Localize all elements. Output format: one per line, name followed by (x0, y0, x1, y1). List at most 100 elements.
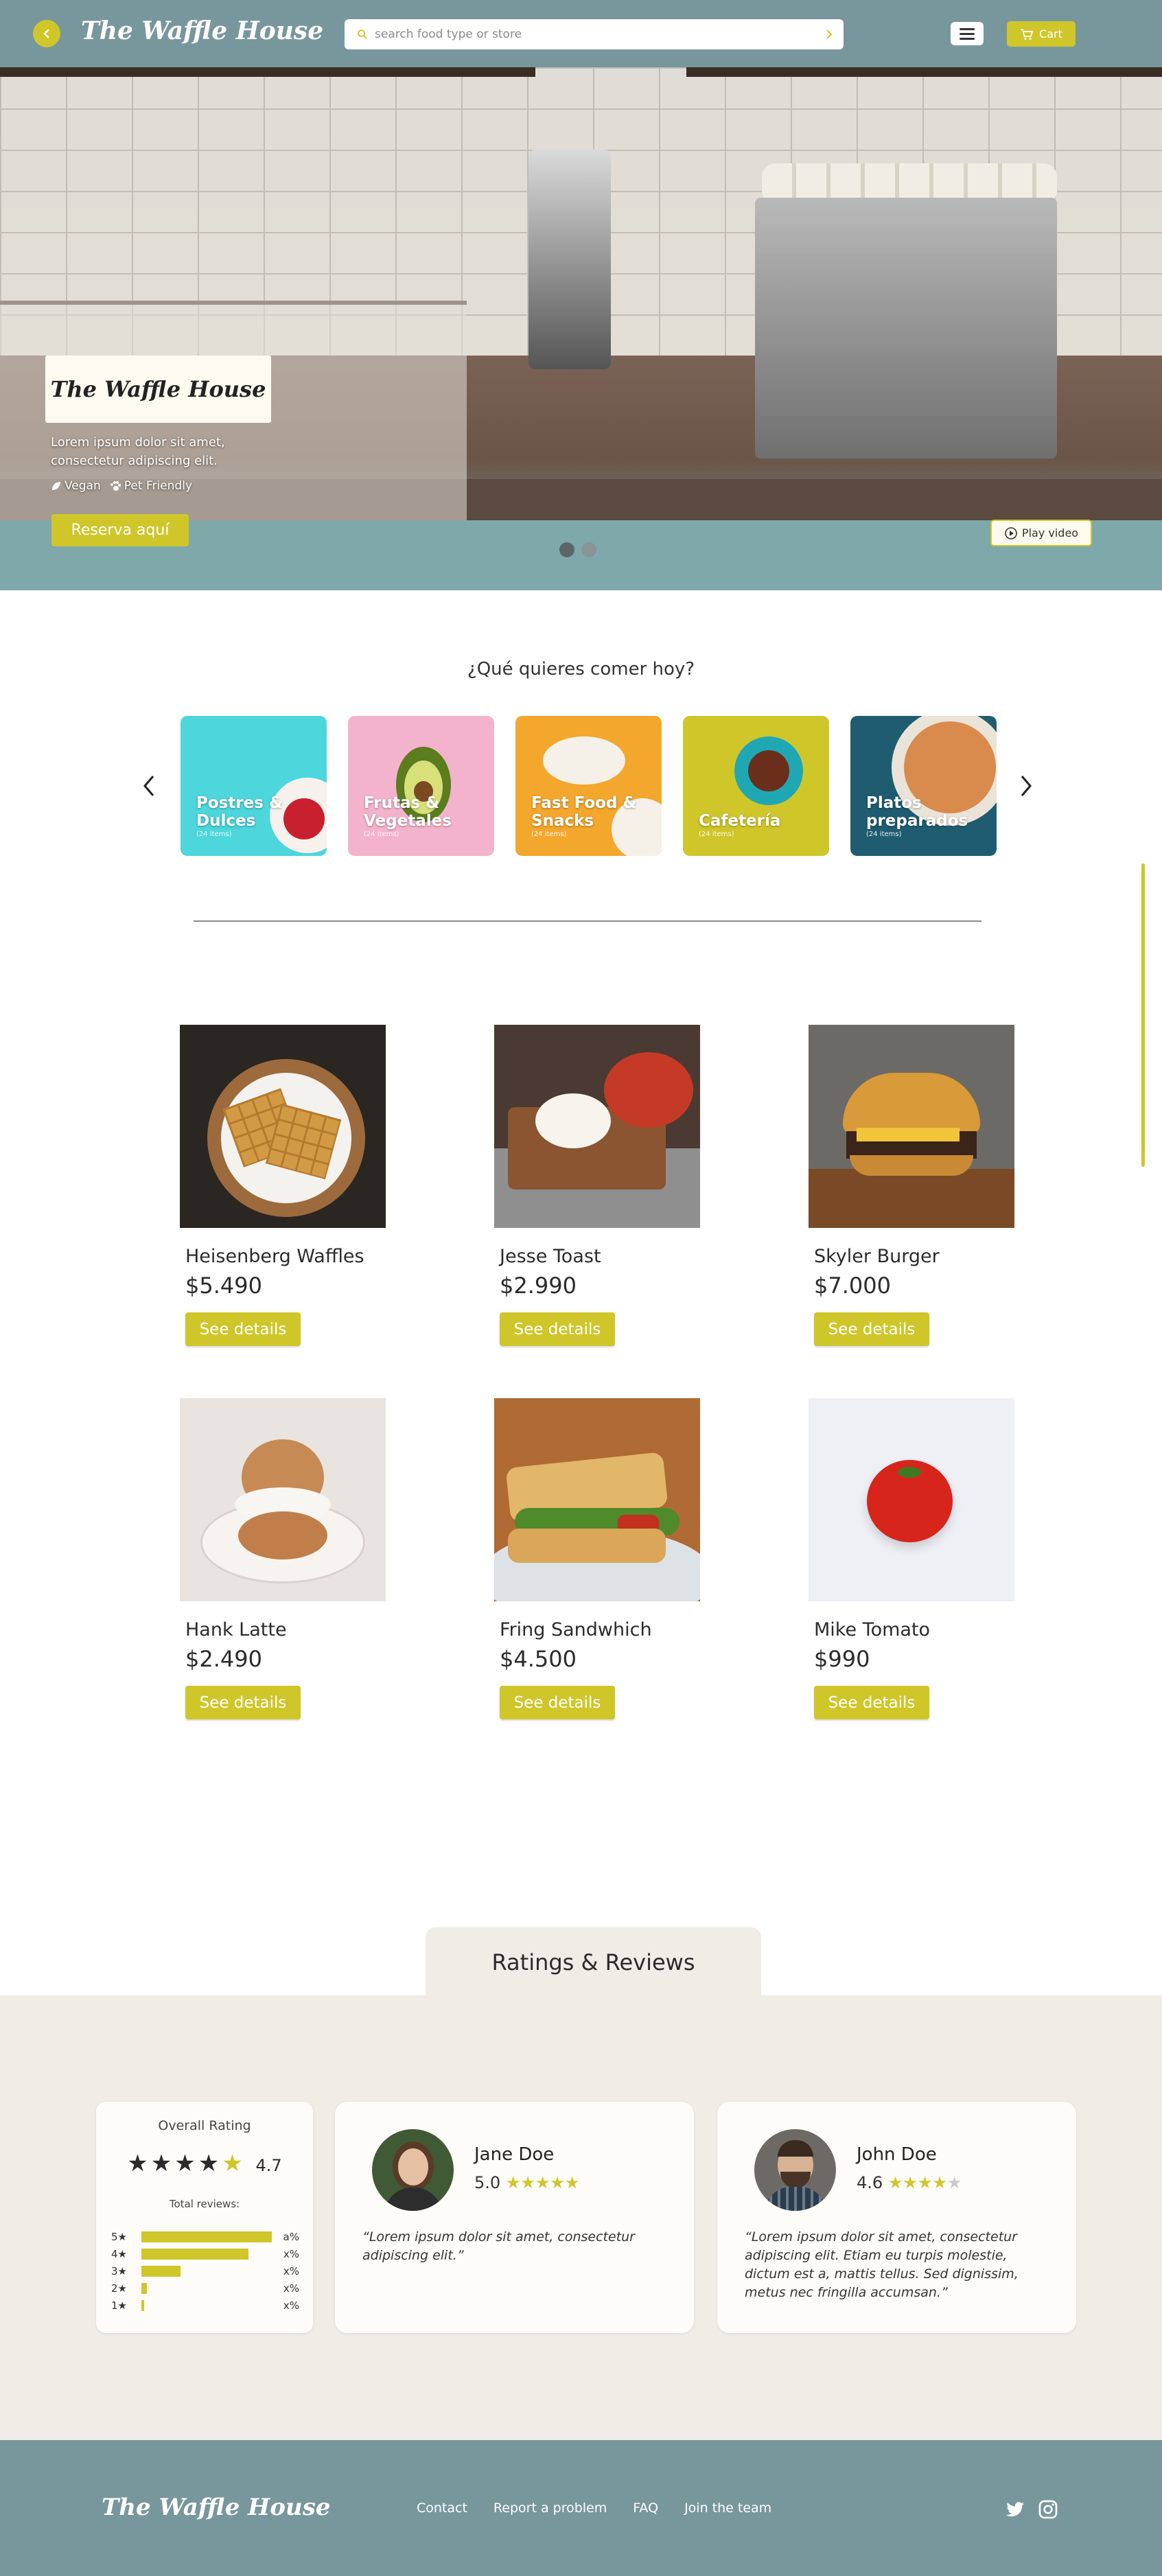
rating-row: 3★ x% (111, 2262, 303, 2279)
twitter-icon[interactable] (1004, 2498, 1026, 2520)
overall-rating-title: Overall Rating (158, 2118, 251, 2133)
header-logo[interactable]: The Waffle House (81, 16, 323, 45)
footer: The Waffle House Contact Report a proble… (0, 2440, 1162, 2576)
rating-row-label: 1★ (111, 2299, 127, 2312)
tag-vegan: Vegan (51, 479, 101, 493)
product-image[interactable] (494, 1398, 700, 1601)
search-submit-icon[interactable] (824, 28, 834, 40)
avatar (754, 2129, 836, 2211)
footer-link-report[interactable]: Report a problem (493, 2500, 607, 2516)
back-button[interactable] (33, 20, 60, 47)
category-card-frutas[interactable]: Frutas & Vegetales (24 items) (348, 716, 494, 856)
product-name[interactable]: Jesse Toast (500, 1246, 700, 1267)
review-card: John Doe 4.6 ★★★★★ “Lorem ipsum dolor si… (717, 2102, 1076, 2333)
overall-rating-stars: ★★★★★ 4.7 (127, 2150, 282, 2177)
see-details-button[interactable]: See details (185, 1686, 301, 1719)
category-count: (24 items) (364, 831, 399, 838)
product-name[interactable]: Heisenberg Waffles (185, 1246, 386, 1267)
page: The Waffle House Cart The Waffle House L… (0, 0, 1162, 2576)
rating-bar (141, 2248, 248, 2260)
rating-row-pct: x% (283, 2247, 299, 2260)
footer-link-contact[interactable]: Contact (417, 2500, 467, 2516)
tag-pet-friendly: Pet Friendly (109, 479, 192, 493)
product-image[interactable] (809, 1025, 1014, 1228)
total-reviews-label: Total reviews: (169, 2198, 240, 2210)
product-price: $990 (814, 1646, 870, 1672)
product-image[interactable] (494, 1025, 700, 1228)
footer-logo[interactable]: The Waffle House (102, 2494, 330, 2521)
rating-row: 5★ a% (111, 2228, 303, 2245)
see-details-button[interactable]: See details (814, 1312, 929, 1346)
cart-label: Cart (1039, 27, 1062, 40)
product-name[interactable]: Hank Latte (185, 1619, 386, 1640)
carousel-dot-2[interactable] (581, 542, 596, 557)
paw-icon (110, 481, 121, 491)
see-details-button[interactable]: See details (500, 1686, 615, 1719)
see-details-button[interactable]: See details (814, 1686, 929, 1719)
rating-row-pct: a% (283, 2230, 299, 2243)
reviews-section-title: Ratings & Reviews (426, 1927, 761, 1997)
product-price: $2.990 (500, 1273, 577, 1299)
play-circle-icon (1005, 526, 1017, 539)
chevron-right-icon (1021, 776, 1032, 796)
rating-row-label: 5★ (111, 2230, 127, 2243)
category-name: Frutas & Vegetales (364, 794, 452, 830)
reserve-button[interactable]: Reserva aquí (51, 514, 189, 546)
see-details-button[interactable]: See details (185, 1312, 301, 1346)
instagram-icon[interactable] (1037, 2498, 1059, 2520)
avatar (372, 2129, 454, 2211)
product-image[interactable] (809, 1398, 1014, 1601)
product-price: $5.490 (185, 1273, 262, 1299)
rating-distribution: 5★ a% 4★ x% 3★ x% 2★ x% 1★ x% (111, 2228, 303, 2314)
chevron-left-icon (143, 776, 154, 796)
categories-title: ¿Qué quieres comer hoy? (467, 659, 695, 680)
scroll-indicator[interactable] (1141, 863, 1145, 1167)
hero-banner: The Waffle House Lorem ipsum dolor sit a… (0, 67, 1162, 590)
hero-description: Lorem ipsum dolor sit amet, consectetur … (51, 435, 225, 468)
category-name: Cafetería (699, 812, 781, 830)
category-count: (24 items) (196, 831, 232, 838)
top-nav-bar: The Waffle House Cart (0, 0, 1162, 67)
product-card: Fring Sandwhich $4.500 See details (494, 1398, 700, 1719)
product-name[interactable]: Mike Tomato (814, 1619, 1014, 1640)
product-image[interactable] (180, 1398, 386, 1601)
hero-logo: The Waffle House (50, 376, 266, 402)
search-input[interactable] (375, 27, 824, 41)
rating-row: 1★ x% (111, 2297, 303, 2314)
rating-row: 4★ x% (111, 2245, 303, 2262)
categories-next-button[interactable] (1016, 772, 1036, 800)
footer-link-join[interactable]: Join the team (684, 2500, 771, 2516)
category-card-cafeteria[interactable]: Cafetería (24 items) (683, 716, 829, 856)
product-name[interactable]: Skyler Burger (814, 1246, 1014, 1267)
product-name[interactable]: Fring Sandwhich (500, 1619, 700, 1640)
category-card-platos[interactable]: Platos preparados (24 items) (850, 716, 997, 856)
star-rating-icon: ★★★★★ (887, 2173, 962, 2192)
product-card: Jesse Toast $2.990 See details (494, 1025, 700, 1346)
cart-button[interactable]: Cart (1007, 21, 1076, 47)
footer-links: Contact Report a problem FAQ Join the te… (417, 2500, 798, 2516)
category-card-fastfood[interactable]: Fast Food & Snacks (24 items) (515, 716, 662, 856)
play-video-button[interactable]: Play video (990, 520, 1092, 546)
category-card-postres[interactable]: Postres & Dulces (24 items) (181, 716, 327, 856)
rating-row-label: 4★ (111, 2247, 127, 2260)
rating-row-pct: x% (283, 2282, 299, 2295)
hero-tags: Vegan Pet Friendly (51, 479, 192, 493)
footer-link-faq[interactable]: FAQ (633, 2500, 658, 2516)
product-card: Heisenberg Waffles $5.490 See details (180, 1025, 386, 1346)
rating-bar (141, 2299, 144, 2311)
product-price: $7.000 (814, 1273, 891, 1299)
product-image[interactable] (180, 1025, 386, 1228)
review-text: “Lorem ipsum dolor sit amet, consectetur… (362, 2229, 635, 2263)
categories-prev-button[interactable] (139, 772, 159, 800)
review-card: Jane Doe 5.0 ★★★★★ “Lorem ipsum dolor si… (335, 2102, 694, 2333)
search-icon (358, 30, 367, 39)
menu-button[interactable] (951, 22, 984, 45)
rating-row: 2★ x% (111, 2279, 303, 2297)
carousel-dot-1[interactable] (559, 542, 574, 557)
rating-row-pct: x% (283, 2264, 299, 2277)
see-details-button[interactable]: See details (500, 1312, 615, 1346)
search-bar[interactable] (345, 19, 844, 49)
chevron-left-icon (43, 29, 49, 38)
reviewer-rating: 5.0 ★★★★★ (474, 2173, 579, 2192)
rating-row-label: 3★ (111, 2264, 127, 2277)
